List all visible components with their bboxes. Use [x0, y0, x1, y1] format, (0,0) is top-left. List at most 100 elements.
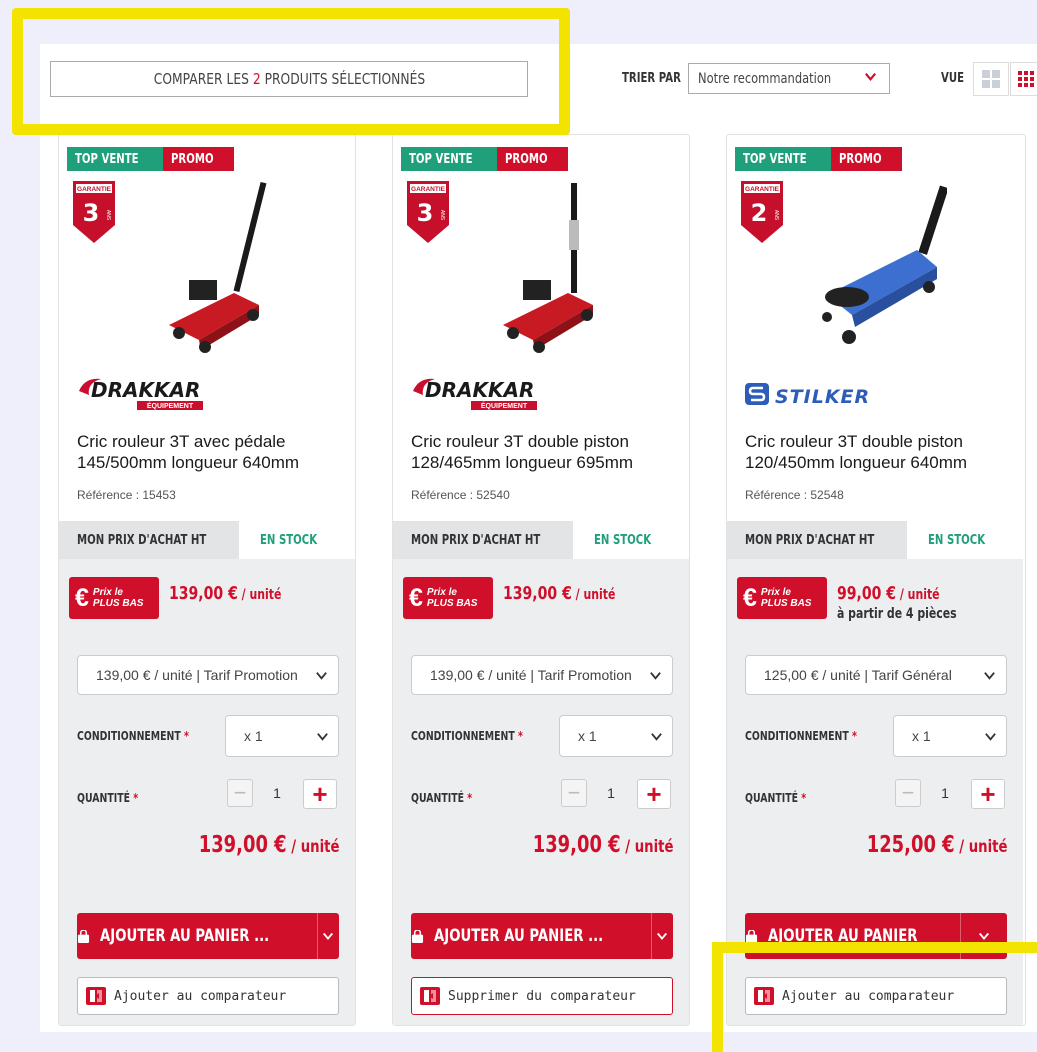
lowest-line1: Prix le	[92, 587, 123, 598]
quantity-label: QUANTITÉ *	[411, 791, 473, 805]
compact-grid-icon	[1018, 71, 1034, 87]
chevron-down-icon	[984, 672, 995, 680]
floor-jack-image	[822, 185, 947, 344]
unit-price: 139,00 € / unité	[169, 583, 282, 604]
quantity-decrease-button[interactable]: −	[561, 779, 587, 807]
grid-view-button[interactable]	[973, 62, 1009, 96]
guarantee-label: GARANTIE	[77, 186, 112, 193]
quantity-decrease-button[interactable]: −	[227, 779, 253, 807]
quantity-increase-button[interactable]: +	[637, 779, 671, 809]
sort-value: Notre recommandation	[698, 70, 832, 87]
quantity-label: QUANTITÉ *	[745, 791, 807, 805]
quantity-increase-button[interactable]: +	[303, 779, 337, 809]
quantity-decrease-button[interactable]: −	[895, 779, 921, 807]
svg-text:STILKER: STILKER	[775, 386, 870, 408]
quantity-input[interactable]: 1	[257, 779, 297, 807]
view-label: VUE	[941, 71, 965, 86]
compare-prefix: COMPARER LES	[153, 70, 253, 88]
add-to-cart-button[interactable]: AJOUTER AU PANIER	[745, 913, 1007, 959]
comparator-button[interactable]: Supprimer du comparateur	[411, 977, 673, 1015]
price-panel: MON PRIX D'ACHAT HT EN STOCK € Prix le PL…	[393, 521, 689, 1025]
lowest-price-badge: € Prix le PLUS BAS	[403, 577, 493, 619]
stock-status: EN STOCK	[573, 521, 689, 559]
lowest-line1: Prix le	[760, 587, 791, 598]
compare-icon	[754, 987, 774, 1005]
compare-icon	[86, 987, 106, 1005]
price-tab[interactable]: MON PRIX D'ACHAT HT	[727, 521, 907, 559]
product-reference: Référence : 52540	[411, 488, 510, 502]
add-to-cart-options-button[interactable]	[961, 913, 1007, 959]
quantity-input[interactable]: 1	[591, 779, 631, 807]
chevron-down-icon	[985, 733, 996, 741]
quantity-increase-button[interactable]: +	[971, 779, 1005, 809]
floor-jack-image	[503, 183, 593, 353]
product-name[interactable]: Cric rouleur 3T double piston 120/450mm …	[745, 431, 1015, 473]
chevron-down-icon	[651, 733, 662, 741]
packaging-select[interactable]: x 1	[893, 715, 1007, 757]
svg-text:ÉQUIPEMENT: ÉQUIPEMENT	[147, 401, 194, 410]
add-to-cart-button[interactable]: AJOUTER AU PANIER ...	[77, 913, 339, 959]
plus-icon: +	[312, 778, 328, 809]
euro-icon: €	[75, 583, 89, 612]
lowest-line2: PLUS BAS	[760, 598, 812, 609]
price-tab[interactable]: MON PRIX D'ACHAT HT	[393, 521, 573, 559]
sort-label: TRIER PAR	[622, 71, 681, 86]
unit-price: 99,00 € / unité	[837, 583, 940, 604]
comparator-button[interactable]: Ajouter au comparateur	[745, 977, 1007, 1015]
unit-price: 139,00 € / unité	[503, 583, 616, 604]
chevron-down-icon	[865, 73, 876, 82]
sort-select[interactable]: Notre recommandation	[688, 63, 890, 94]
add-to-cart-options-button[interactable]	[318, 913, 339, 959]
svg-text:DRAKKAR: DRAKKAR	[425, 378, 534, 402]
price-tab[interactable]: MON PRIX D'ACHAT HT	[59, 521, 239, 559]
shopping-bag-icon	[411, 929, 424, 943]
add-to-cart-options-button[interactable]	[652, 913, 673, 959]
packaging-label: CONDITIONNEMENT *	[411, 729, 523, 743]
guarantee-years: 2	[751, 199, 768, 227]
total-price: 139,00 € / unité	[532, 832, 673, 858]
compare-selected-button[interactable]: COMPARER LES 2 PRODUITS SÉLECTIONNÉS	[50, 61, 528, 97]
add-to-cart-label: AJOUTER AU PANIER ...	[434, 926, 604, 946]
guarantee-years: 3	[83, 199, 100, 227]
comparator-label: Ajouter au comparateur	[114, 988, 287, 1004]
plus-icon: +	[980, 778, 996, 809]
top-vente-badge: TOP VENTE	[735, 147, 833, 171]
minus-icon: −	[233, 780, 247, 805]
minus-icon: −	[901, 780, 915, 805]
minus-icon: −	[567, 780, 581, 805]
tarif-select[interactable]: 139,00 € / unité | Tarif Promotion	[77, 655, 339, 695]
quantity-input[interactable]: 1	[925, 779, 965, 807]
tarif-select[interactable]: 125,00 € / unité | Tarif Général	[745, 655, 1007, 695]
shopping-bag-icon	[746, 929, 758, 943]
compare-count: 2	[252, 70, 261, 88]
add-to-cart-label: AJOUTER AU PANIER ...	[100, 926, 270, 946]
brand-logo: STILKER	[745, 383, 870, 408]
promo-badge: PROMO	[831, 147, 902, 171]
product-name[interactable]: Cric rouleur 3T avec pédale 145/500mm lo…	[77, 431, 347, 473]
comparator-label: Ajouter au comparateur	[782, 988, 955, 1004]
guarantee-unit: ANS	[773, 210, 779, 221]
packaging-label: CONDITIONNEMENT *	[77, 729, 189, 743]
product-name[interactable]: Cric rouleur 3T double piston 128/465mm …	[411, 431, 681, 473]
lowest-line2: PLUS BAS	[92, 598, 144, 609]
comparator-button[interactable]: Ajouter au comparateur	[77, 977, 339, 1015]
price-panel: MON PRIX D'ACHAT HT EN STOCK € Prix le PL…	[727, 521, 1023, 1025]
compact-grid-view-button[interactable]	[1010, 62, 1037, 96]
top-vente-badge: TOP VENTE	[67, 147, 165, 171]
packaging-select[interactable]: x 1	[559, 715, 673, 757]
guarantee-label: GARANTIE	[745, 186, 780, 193]
packaging-select[interactable]: x 1	[225, 715, 339, 757]
packaging-label: CONDITIONNEMENT *	[745, 729, 857, 743]
top-vente-badge: TOP VENTE	[401, 147, 499, 171]
tarif-select[interactable]: 139,00 € / unité | Tarif Promotion	[411, 655, 673, 695]
chevron-down-icon	[317, 733, 328, 741]
add-to-cart-label: AJOUTER AU PANIER	[768, 926, 918, 946]
product-card: TOP VENTE PROMO GARANTIE 3 ANS DRAKKAR ÉQ…	[58, 134, 356, 1026]
chevron-down-icon	[323, 932, 334, 941]
total-price: 125,00 € / unité	[866, 832, 1007, 858]
stock-status: EN STOCK	[907, 521, 1023, 559]
quantity-label: QUANTITÉ *	[77, 791, 139, 805]
quantity-discount-note: à partir de 4 pièces	[837, 606, 957, 622]
tarif-value: 125,00 € / unité | Tarif Général	[764, 667, 952, 683]
add-to-cart-button[interactable]: AJOUTER AU PANIER ...	[411, 913, 673, 959]
